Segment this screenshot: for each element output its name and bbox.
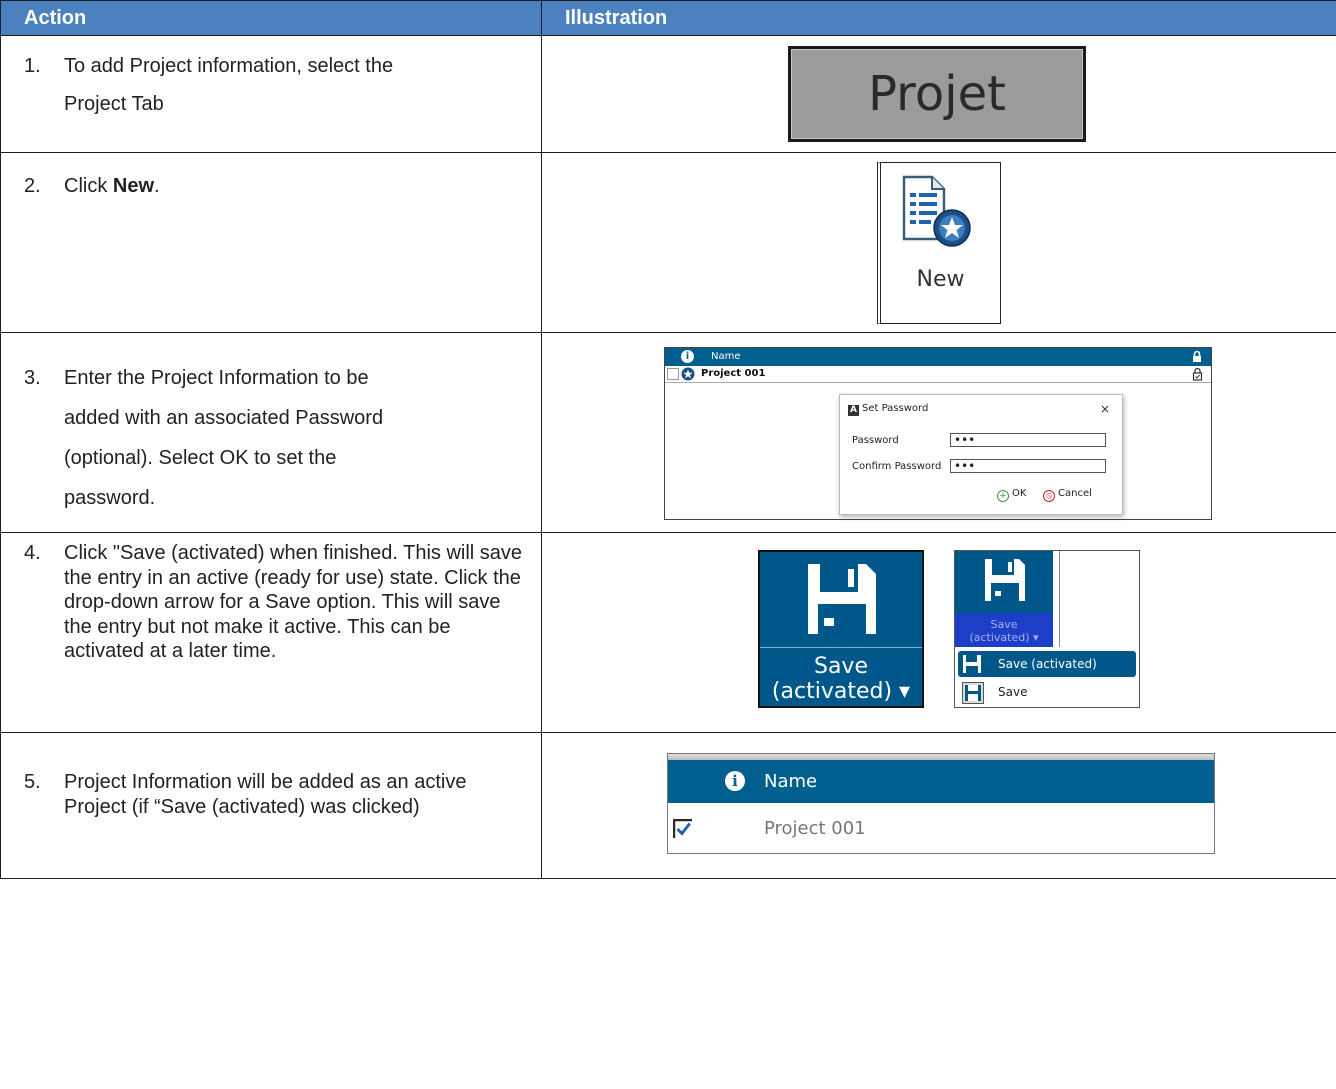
info-icon: i [681,350,694,363]
password-field[interactable]: ••• [950,433,1106,447]
step-4-illustration: Save (activated) ▾ Save (activated) ▾ Sa… [541,532,1336,733]
step-3-line-3: (optional). Select OK to set the [64,447,337,469]
menu-item-save-activated[interactable]: Save (activated) [958,651,1136,677]
step-3-text: Enter the Project Information to be adde… [64,358,529,518]
lock-icon [1193,350,1201,362]
menu-item-save[interactable]: Save [958,679,1136,705]
step-2-bold-new: New [112,175,155,197]
save-disk-icon [985,559,1025,601]
password-screenshot: i Name Project 001 A Set Password × Passw… [664,347,1212,520]
step-row-1: 1. To add Project information, select th… [0,35,1336,153]
save-menu: Save (activated) Save [955,649,1139,707]
new-button-label: New [916,267,965,292]
cancel-label: Cancel [1058,488,1092,499]
save-disk-icon [962,682,984,704]
small-save-line-2[interactable]: (activated) ▾ [955,631,1053,644]
checkbox-icon[interactable] [673,819,692,838]
menu-item-label: Save [998,685,1028,699]
project-name: Project 001 [764,818,866,839]
small-save-line-1: Save [990,618,1018,631]
project-list-screenshot: i Name Project 001 [667,753,1215,854]
save-activated-button-small[interactable]: Save (activated) ▾ [955,551,1053,647]
dialog-title: A Set Password [848,403,928,416]
close-icon[interactable]: × [1100,402,1110,416]
step-3-number: 3. [24,367,41,389]
info-icon: i [725,771,745,791]
step-4-action: 4. Click "Save (activated) when finished… [0,532,542,733]
name-column-header[interactable]: Name [711,351,741,362]
step-5-action: 5. Project Information will be added as … [0,732,542,879]
step-2-text: Click New. [64,174,529,198]
app-logo-icon: A [848,405,859,416]
ok-label: OK [1012,488,1027,499]
star-badge-icon [681,367,695,381]
illustration-header: Illustration [541,0,1336,36]
cancel-circle-icon: ⦸ [1043,490,1055,502]
set-password-dialog: A Set Password × Password ••• Confirm Pas… [839,394,1123,515]
step-5-illustration: i Name Project 001 [541,732,1336,879]
password-label: Password [852,435,899,446]
project-tab-label: Projet [868,66,1006,122]
instruction-table: Action Illustration 1. To add Project in… [0,0,1336,879]
step-row-5: 5. Project Information will be added as … [0,732,1336,879]
name-column-header[interactable]: Name [764,771,817,792]
project-tab-button[interactable]: Projet [788,46,1086,142]
table-row[interactable]: Project 001 [668,803,1214,853]
step-4-number: 4. [24,542,41,564]
ok-button[interactable]: + OK [997,488,1026,502]
grid-header: i Name [665,348,1211,366]
confirm-password-field[interactable]: ••• [950,459,1106,473]
new-document-icon [902,175,971,247]
plus-circle-icon: + [997,490,1009,502]
step-3-illustration: i Name Project 001 A Set Password × Passw… [541,332,1336,533]
step-5-number: 5. [24,771,41,793]
step-2-pre: Click [64,175,113,197]
step-4-text: Click "Save (activated) when finished. T… [64,542,523,662]
table-row[interactable]: Project 001 [665,366,1211,383]
step-2-illustration: New [541,152,1336,333]
cancel-button[interactable]: ⦸ Cancel [1043,488,1092,502]
step-2-action: 2. Click New. [0,152,542,333]
save-label-line-2[interactable]: (activated) ▾ [760,679,922,704]
step-1-line-1: To add Project information, select the [64,55,394,77]
save-disk-icon [808,564,876,634]
step-row-3: 3. Enter the Project Information to be a… [0,332,1336,533]
button-separator [760,647,922,648]
new-button[interactable]: New [877,162,1001,324]
step-row-2: 2. Click New. New [0,152,1336,333]
step-row-4: 4. Click "Save (activated) when finished… [0,532,1336,733]
divider [1059,551,1060,647]
save-label-line-1: Save [813,654,868,679]
step-1-text: To add Project information, select the P… [64,47,529,123]
step-3-line-1: Enter the Project Information to be [64,367,369,389]
action-header: Action [0,0,542,36]
save-activated-button-large[interactable]: Save (activated) ▾ [758,550,924,708]
confirm-password-label: Confirm Password [852,461,942,472]
save-disk-icon [963,655,981,673]
list-header: i Name [668,760,1214,803]
step-3-action: 3. Enter the Project Information to be a… [0,332,542,533]
step-3-line-2: added with an associated Password [64,407,384,429]
step-1-action: 1. To add Project information, select th… [0,35,542,153]
lock-icon [1192,367,1203,381]
row-checkbox[interactable] [667,368,679,380]
table-header-row: Action Illustration [0,0,1336,36]
save-dropdown-screenshot: Save (activated) ▾ Save (activated) Save [954,550,1140,708]
dialog-title-text: Set Password [862,403,929,414]
step-1-illustration: Projet [541,35,1336,153]
step-2-number: 2. [24,175,41,197]
step-2-post: . [154,175,160,197]
step-1-line-2: Project Tab [64,93,164,115]
step-3-line-4: password. [64,487,156,509]
menu-item-label: Save (activated) [998,657,1097,671]
project-name: Project 001 [701,368,766,379]
step-1-number: 1. [24,55,41,77]
step-5-text: Project Information will be added as an … [64,771,467,818]
